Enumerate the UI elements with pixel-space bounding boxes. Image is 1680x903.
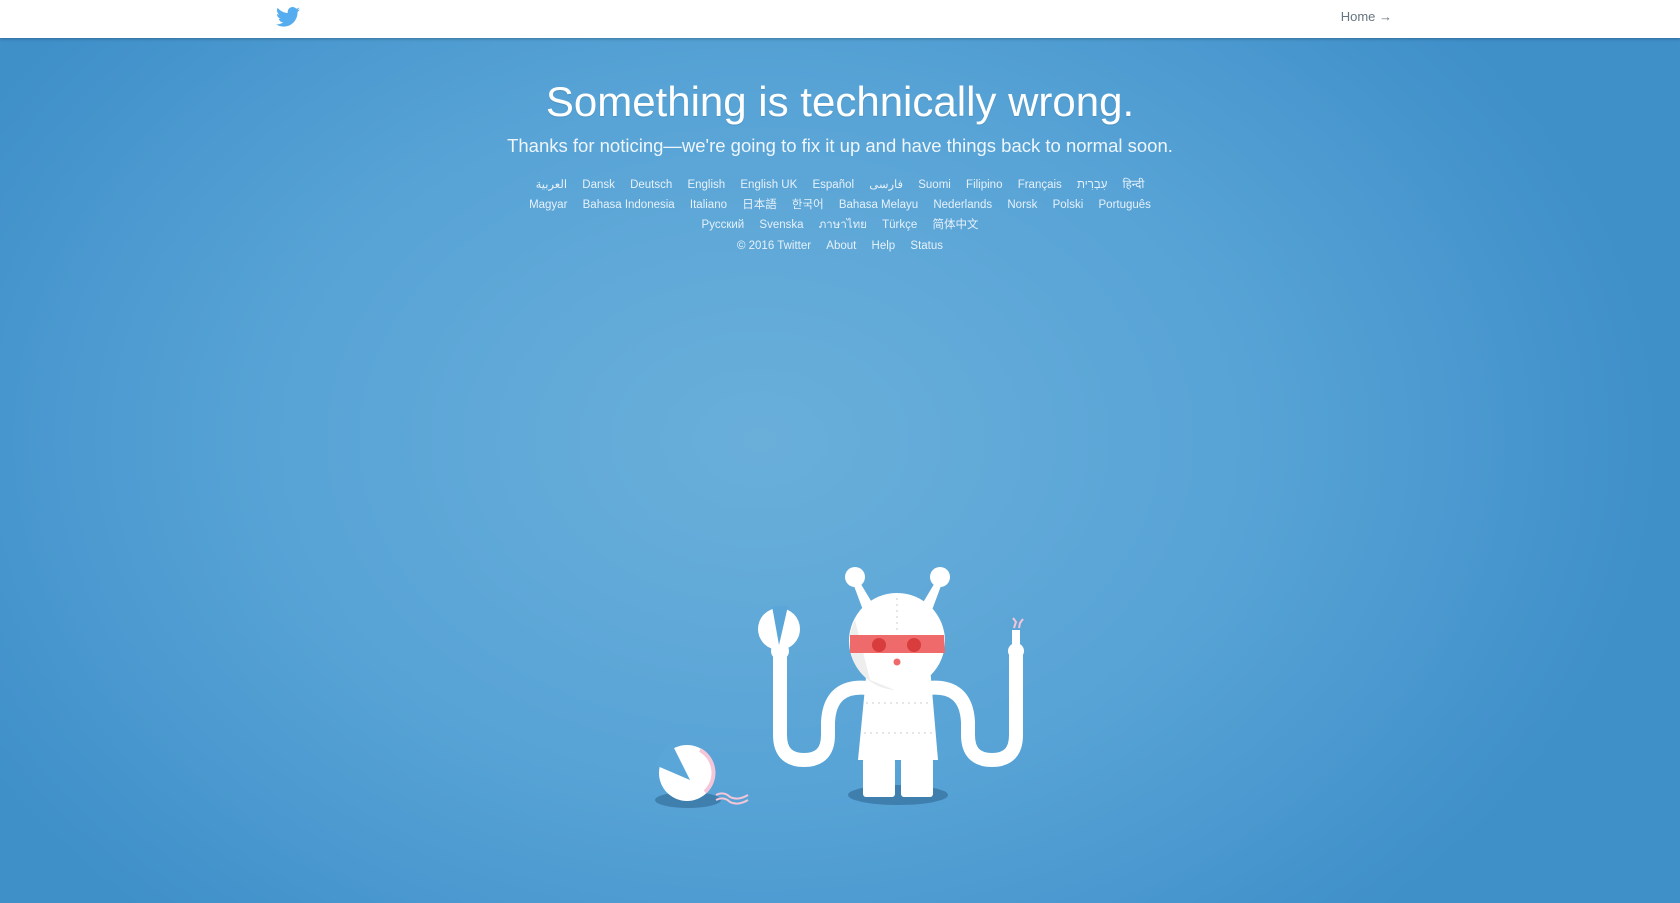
broken-robot-illustration (655, 567, 1024, 808)
robot-leg (901, 758, 933, 797)
broken-ball-icon (655, 740, 749, 808)
robot-leg (863, 758, 895, 797)
robot-eye (872, 638, 886, 652)
robot-eye (907, 638, 921, 652)
broken-wire-hand-icon (1008, 617, 1024, 659)
scissors-hand-icon (758, 606, 800, 660)
